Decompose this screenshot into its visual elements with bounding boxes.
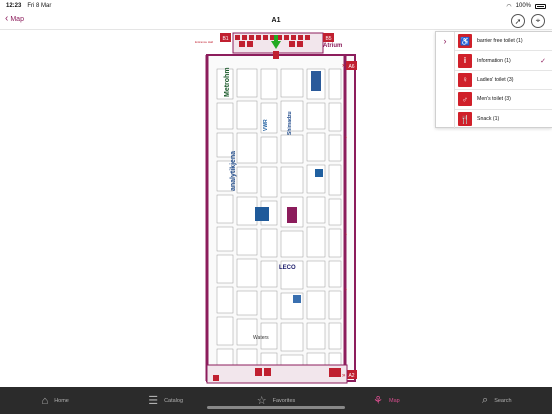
legend-item-label: Snack (1) — [477, 116, 500, 123]
home-indicator[interactable] — [207, 406, 345, 409]
list-icon: ☰ — [148, 395, 159, 407]
legend-item-label: Men's toilet (3) — [477, 96, 511, 103]
legend-item-snack[interactable]: 🍴 Snack (1) — [455, 110, 552, 129]
exhibitor-vwr: VWR — [263, 119, 269, 131]
exhibitor-analytikjena: analytikjena — [230, 151, 237, 191]
chevron-right-icon: › — [443, 36, 447, 46]
legend-item-barrier-free-toilet[interactable]: ♿ barrier free toilet (1) — [455, 32, 552, 52]
tab-map[interactable]: ⚘ Map — [331, 387, 441, 414]
floor-plan-svg: B1 B5 Atrium Entrance Hall A6 A2 A4 — [195, 32, 357, 384]
status-date: Fri 8 Mar — [27, 3, 52, 9]
tab-search[interactable]: ⌕ Search — [442, 387, 552, 414]
wifi-icon: ◠ — [506, 3, 512, 10]
legend-item-information[interactable]: i Information (1) ✓ — [455, 51, 552, 71]
map-icon: ⚘ — [373, 395, 383, 407]
compass-icon: ➚ — [514, 16, 522, 26]
legend-panel: › ♿ barrier free toilet (1) i Informatio… — [435, 31, 552, 129]
legend-item-label: Information (1) — [477, 57, 511, 64]
chevron-left-icon: ‹ — [5, 13, 9, 24]
woman-icon: ♀ — [458, 72, 472, 87]
back-button[interactable]: ‹ Map — [5, 14, 24, 24]
tab-label: Favorites — [272, 397, 296, 404]
legend-item-ladies-toilet[interactable]: ♀ Ladies' toilet (3) — [455, 71, 552, 91]
tab-label: Search — [494, 397, 512, 404]
tab-home[interactable]: ⌂ Home — [0, 387, 110, 414]
cutlery-icon: 🍴 — [458, 112, 472, 127]
legend-item-label: barrier free toilet (1) — [477, 38, 523, 45]
locate-button[interactable]: ⌖ — [531, 14, 545, 28]
legend-item-label: Ladies' toilet (3) — [477, 76, 514, 83]
label-a6: A6 — [348, 64, 354, 70]
battery-percent: 100% — [515, 3, 531, 9]
exhibitor-shimadzu: Shimadzu — [287, 111, 293, 135]
tab-label: Map — [389, 397, 400, 404]
home-icon: ⌂ — [41, 394, 49, 407]
legend-item-mens-toilet[interactable]: ♂ Men's toilet (3) — [455, 90, 552, 110]
tab-favorites[interactable]: ☆ Favorites — [221, 387, 331, 414]
page-title: A1 — [271, 17, 281, 24]
label-a2: A2 — [348, 373, 354, 379]
floor-map[interactable]: B1 B5 Atrium Entrance Hall A6 A2 A4 — [195, 31, 358, 387]
svg-text:›: › — [345, 135, 347, 141]
tab-bar: ⌂ Home ☰ Catalog ☆ Favorites ⚘ Map ⌕ Sea… — [0, 387, 552, 414]
legend-list: ♿ barrier free toilet (1) i Information … — [454, 32, 552, 129]
svg-text:›: › — [345, 232, 347, 238]
tab-label: Home — [54, 397, 69, 404]
back-label: Map — [10, 15, 24, 23]
battery-icon — [535, 3, 546, 9]
legend-collapse-button[interactable]: › — [436, 32, 454, 50]
search-icon: ⌕ — [482, 394, 489, 406]
tab-catalog[interactable]: ☰ Catalog — [110, 387, 220, 414]
label-entrance-left: Entrance Hall — [195, 40, 213, 44]
navigation-bar: ‹ Map A1 ➚ ⌖ — [0, 12, 552, 30]
tab-label: Catalog — [164, 397, 184, 404]
check-icon: ✓ — [540, 57, 546, 65]
exhibitor-waters: Waters — [253, 335, 269, 341]
info-icon: i — [458, 53, 472, 68]
exhibitor-leco: LECO — [279, 265, 296, 271]
wheelchair-icon: ♿ — [458, 34, 472, 49]
crosshair-icon: ⌖ — [535, 16, 541, 25]
man-icon: ♂ — [458, 92, 472, 107]
label-b1: B1 — [222, 36, 228, 42]
status-bar: 12:23 Fri 8 Mar ◠ 100% — [0, 0, 552, 12]
exhibitor-metrohm: Metrohm — [224, 67, 231, 97]
label-atrium: Atrium — [323, 43, 342, 49]
label-b5: B5 — [325, 36, 331, 42]
compass-button[interactable]: ➚ — [511, 14, 525, 28]
status-time: 12:23 — [6, 3, 22, 9]
svg-text:›: › — [345, 287, 347, 293]
